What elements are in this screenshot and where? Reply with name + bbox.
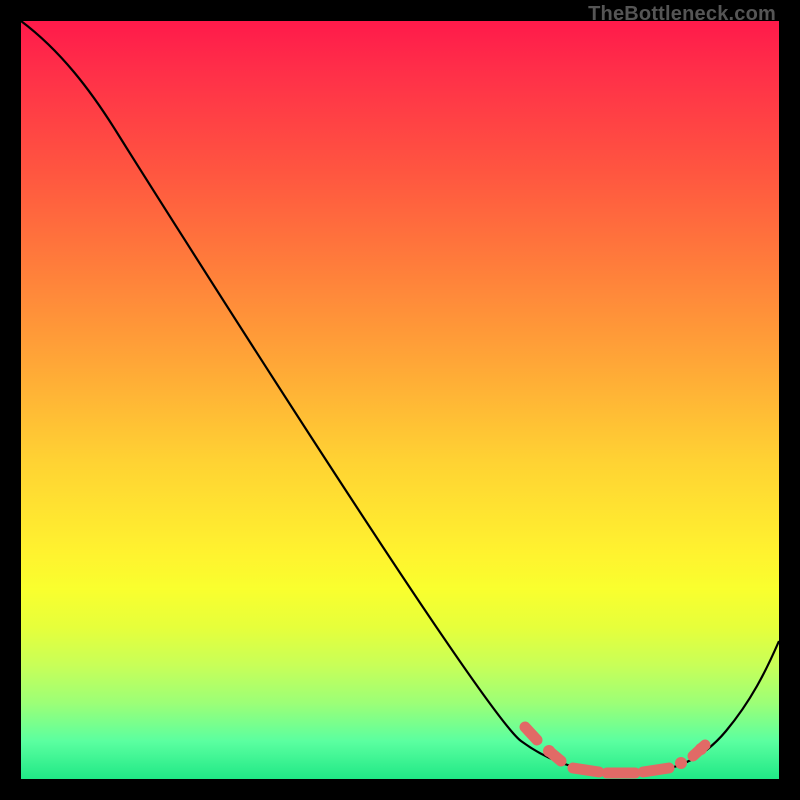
marker-segment (573, 768, 599, 772)
marker-dot (695, 743, 707, 755)
chart-plot-area (21, 21, 779, 779)
bottleneck-curve (21, 21, 779, 773)
marker-segment (643, 768, 669, 772)
attribution-label: TheBottleneck.com (588, 3, 776, 26)
chart-svg (21, 21, 779, 779)
optimal-zone-markers (525, 727, 707, 773)
marker-dot (675, 757, 687, 769)
marker-segment (525, 727, 537, 740)
marker-segment (549, 751, 561, 761)
